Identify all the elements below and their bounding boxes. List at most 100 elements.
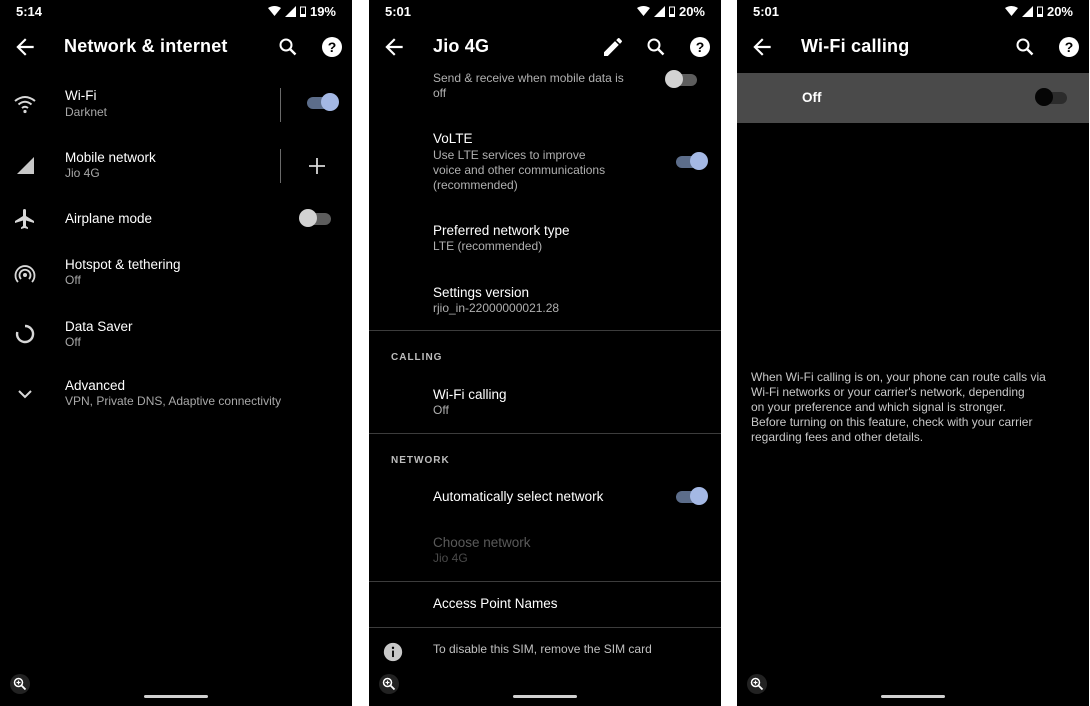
hotspot-status: Off (65, 273, 81, 287)
svg-text:?: ? (1065, 39, 1074, 55)
settings-version-row: Settings version rjio_in-22000000021.28 (369, 284, 721, 320)
wifi-calling-master-toggle-bar[interactable]: Off (737, 73, 1089, 123)
auto-select-network-row[interactable]: Automatically select network (369, 486, 721, 508)
svg-text:?: ? (328, 39, 337, 55)
status-bar: 5:01 20% (369, 0, 721, 22)
magnifier-button[interactable] (10, 674, 30, 694)
battery-percent: 20% (1046, 4, 1073, 19)
app-bar: Wi-Fi calling ? (737, 22, 1089, 72)
jio-4g-screen: 5:01 20% Jio 4G ? Send & receive when mo… (369, 0, 721, 706)
search-icon[interactable] (276, 35, 300, 59)
access-point-names-row[interactable]: Access Point Names (369, 594, 721, 616)
volte-toggle[interactable] (676, 152, 708, 170)
mobile-network-title: Mobile network (65, 150, 156, 165)
volte-summary-line2: voice and other communications (433, 163, 606, 177)
airplane-mode-title: Airplane mode (65, 211, 153, 226)
back-arrow-icon[interactable] (381, 34, 407, 60)
section-divider (369, 627, 721, 628)
hotspot-icon (14, 265, 36, 283)
airplane-icon (15, 209, 34, 229)
wifi-row[interactable]: Wi-Fi Darknet (0, 84, 352, 128)
wifi-calling-row[interactable]: Wi-Fi calling Off (369, 386, 721, 422)
wifi-calling-info: When Wi-Fi calling is on, your phone can… (751, 370, 1081, 445)
battery-icon (299, 6, 306, 17)
battery-percent: 19% (309, 4, 336, 19)
page-title: Network & internet (64, 36, 228, 56)
add-icon[interactable] (305, 154, 329, 178)
help-icon[interactable]: ? (320, 35, 344, 59)
status-time: 5:01 (385, 4, 412, 19)
wifi-signal-icon (1004, 6, 1018, 16)
battery-percent: 20% (678, 4, 705, 19)
sim-note-text: To disable this SIM, remove the SIM card (433, 642, 652, 656)
mobile-network-carrier: Jio 4G (65, 166, 100, 180)
calling-section-header: CALLING (391, 352, 443, 363)
search-icon[interactable] (644, 35, 668, 59)
info-line: Wi-Fi networks or your carrier's network… (751, 385, 1025, 399)
section-divider (369, 581, 721, 582)
wifi-calling-status: Off (433, 403, 449, 417)
hotspot-title: Hotspot & tethering (65, 257, 181, 272)
info-icon (383, 642, 403, 662)
status-bar: 5:14 19% (0, 0, 352, 22)
info-line: Before turning on this feature, check wi… (751, 415, 1033, 429)
auto-select-network-title: Automatically select network (433, 489, 604, 504)
battery-icon (668, 6, 675, 17)
settings-version-value: rjio_in-22000000021.28 (433, 301, 560, 315)
volte-summary-line1: Use LTE services to improve (433, 148, 586, 162)
status-time: 5:14 (16, 4, 43, 19)
gesture-nav-bar[interactable] (881, 695, 945, 698)
wifi-calling-screen: 5:01 20% Wi-Fi calling ? Off When Wi-Fi … (737, 0, 1089, 706)
help-icon[interactable]: ? (1057, 35, 1081, 59)
auto-select-network-toggle[interactable] (676, 487, 708, 505)
zoom-in-icon (750, 677, 764, 691)
data-saver-row[interactable]: Data Saver Off (0, 316, 352, 356)
back-arrow-icon[interactable] (12, 34, 38, 60)
edit-pencil-icon[interactable] (601, 35, 625, 59)
mobile-network-row[interactable]: Mobile network Jio 4G (0, 146, 352, 190)
zoom-in-icon (382, 677, 396, 691)
airplane-mode-row[interactable]: Airplane mode (0, 204, 352, 234)
advanced-title: Advanced (65, 378, 126, 393)
advanced-row[interactable]: Advanced VPN, Private DNS, Adaptive conn… (0, 376, 352, 416)
svg-text:?: ? (696, 39, 705, 55)
data-saver-status: Off (65, 335, 81, 349)
info-line: on your preference and which signal is s… (751, 400, 1006, 414)
battery-icon (1036, 6, 1043, 17)
airplane-mode-toggle[interactable] (299, 209, 331, 227)
advanced-summary: VPN, Private DNS, Adaptive connectivity (65, 394, 282, 408)
magnifier-button[interactable] (747, 674, 767, 694)
roaming-summary-line1: Send & receive when mobile data is (433, 71, 624, 85)
settings-version-title: Settings version (433, 285, 530, 300)
choose-network-value: Jio 4G (433, 551, 468, 565)
help-icon[interactable]: ? (688, 35, 712, 59)
hotspot-row[interactable]: Hotspot & tethering Off (0, 254, 352, 294)
divider (280, 88, 281, 122)
divider (280, 149, 281, 183)
wifi-network-name: Darknet (65, 105, 108, 119)
choose-network-title: Choose network (433, 535, 531, 550)
magnifier-button[interactable] (379, 674, 399, 694)
network-internet-screen: 5:14 19% Network & internet ? Wi-Fi Dark… (0, 0, 352, 706)
gesture-nav-bar[interactable] (144, 695, 208, 698)
wifi-toggle[interactable] (307, 93, 339, 111)
gesture-nav-bar[interactable] (513, 695, 577, 698)
network-section-header: NETWORK (391, 455, 450, 466)
volte-row[interactable]: VoLTE Use LTE services to improve voice … (369, 130, 721, 194)
page-title: Wi-Fi calling (801, 36, 910, 56)
cell-signal-icon (17, 157, 34, 174)
wifi-calling-toggle[interactable] (1035, 88, 1067, 106)
chevron-down-icon (18, 390, 32, 399)
roaming-row[interactable]: Send & receive when mobile data is off (369, 70, 721, 104)
wifi-calling-title: Wi-Fi calling (433, 387, 507, 402)
sim-note-row: To disable this SIM, remove the SIM card (369, 640, 721, 664)
back-arrow-icon[interactable] (749, 34, 775, 60)
search-icon[interactable] (1013, 35, 1037, 59)
data-saver-icon (15, 324, 35, 344)
preferred-network-type-row[interactable]: Preferred network type LTE (recommended) (369, 222, 721, 258)
roaming-toggle[interactable] (665, 70, 697, 88)
cell-signal-icon (1021, 6, 1033, 17)
preferred-network-type-title: Preferred network type (433, 223, 570, 238)
page-title: Jio 4G (433, 36, 490, 56)
info-line: When Wi-Fi calling is on, your phone can… (751, 370, 1046, 384)
